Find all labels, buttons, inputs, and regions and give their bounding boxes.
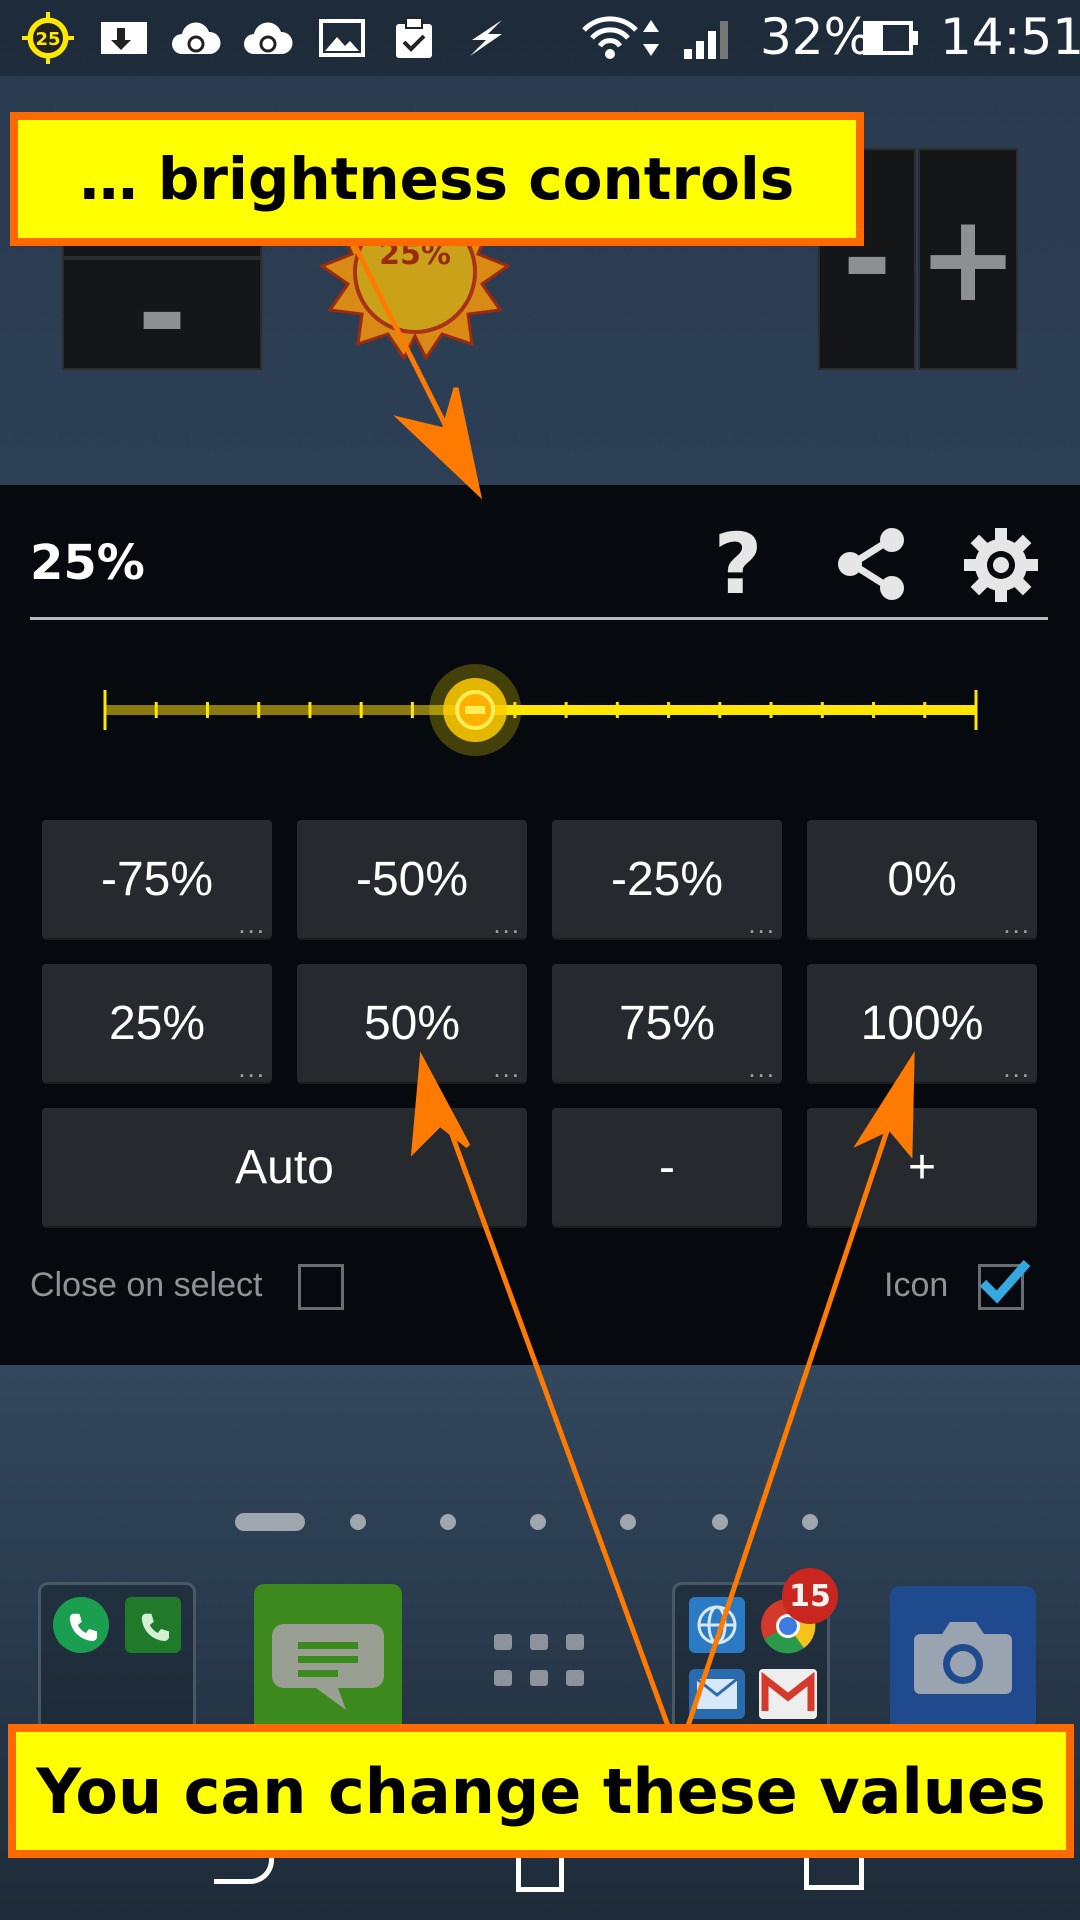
callout-bottom: You can change these values xyxy=(8,1724,1074,1858)
annotation-arrows xyxy=(349,238,915,1727)
callout-top: … brightness controls xyxy=(10,112,864,246)
